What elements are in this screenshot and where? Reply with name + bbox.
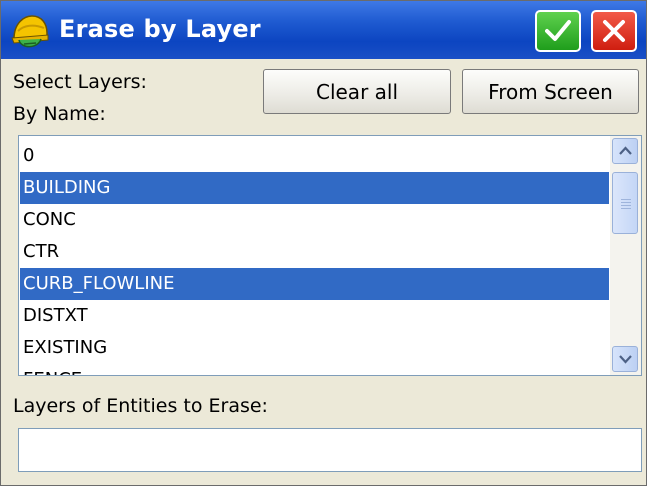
scroll-up-button[interactable] — [612, 138, 638, 164]
chevron-down-icon — [619, 355, 632, 364]
ok-button[interactable] — [535, 10, 581, 52]
list-item-selected[interactable]: CURB_FLOWLINE — [20, 268, 609, 300]
by-name-label: By Name: — [13, 103, 106, 125]
list-item[interactable]: EXISTING — [20, 332, 609, 364]
layers-to-erase-label: Layers of Entities to Erase: — [13, 395, 268, 417]
close-button[interactable] — [591, 10, 637, 52]
layers-to-erase-field[interactable] — [18, 428, 642, 472]
checkmark-icon — [545, 20, 571, 41]
title-bar: Erase by Layer — [1, 1, 646, 59]
scroll-thumb[interactable] — [612, 172, 638, 234]
helmet-icon — [10, 13, 50, 51]
clear-all-button[interactable]: Clear all — [263, 69, 451, 114]
close-icon — [603, 20, 625, 42]
list-item[interactable]: CTR — [20, 236, 609, 268]
scroll-down-button[interactable] — [612, 346, 638, 372]
select-layers-label: Select Layers: — [13, 71, 147, 93]
list-item[interactable]: 0 — [20, 140, 609, 172]
chevron-up-icon — [619, 146, 632, 155]
vertical-scrollbar[interactable] — [610, 136, 641, 375]
list-item-selected[interactable]: BUILDING — [20, 172, 609, 204]
dialog-title: Erase by Layer — [59, 15, 261, 43]
list-item[interactable]: DISTXT — [20, 300, 609, 332]
list-item[interactable]: FENCE — [20, 364, 609, 375]
list-item[interactable]: CONC — [20, 204, 609, 236]
erase-by-layer-dialog: Erase by Layer Select Layers: By Name: C… — [0, 0, 647, 486]
from-screen-button[interactable]: From Screen — [462, 69, 639, 114]
layer-listbox[interactable]: 0 BUILDING CONC CTR CURB_FLOWLINE DISTXT… — [18, 135, 642, 376]
